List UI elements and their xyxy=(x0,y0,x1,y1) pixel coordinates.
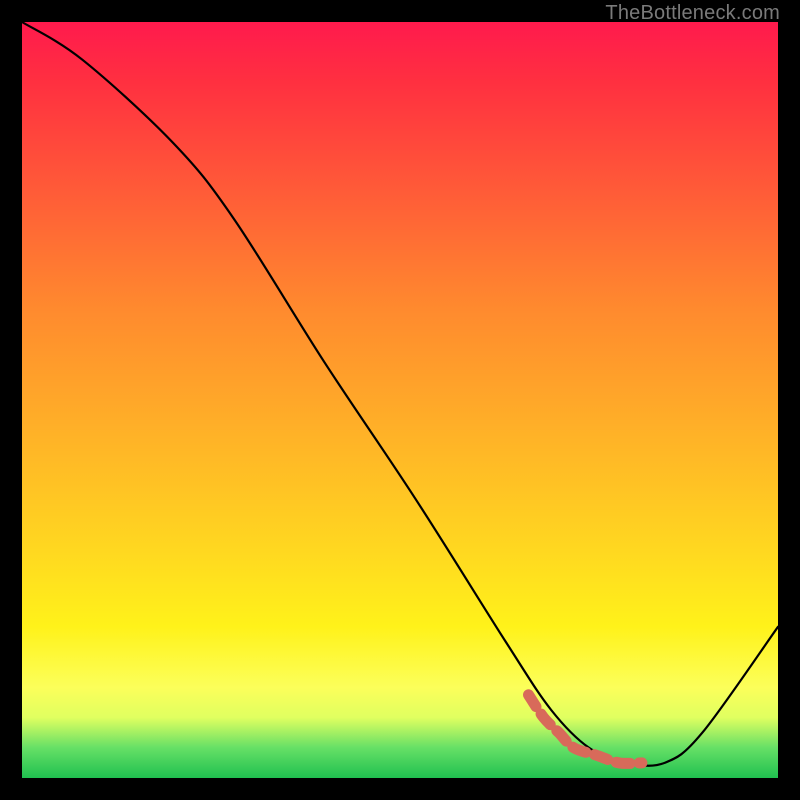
plot-area xyxy=(22,22,778,778)
curve-svg xyxy=(22,22,778,778)
bottleneck-curve-path xyxy=(22,22,778,766)
chart-frame: TheBottleneck.com xyxy=(0,0,800,800)
marker-band-path xyxy=(529,695,642,764)
